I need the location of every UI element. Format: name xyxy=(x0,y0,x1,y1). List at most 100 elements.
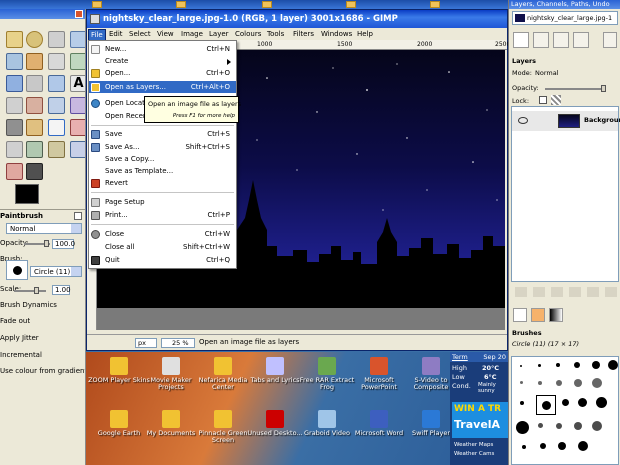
smudge-tool-icon[interactable] xyxy=(70,141,85,158)
scale-tool-icon[interactable] xyxy=(6,97,23,114)
menu-layer[interactable]: Layer xyxy=(207,29,231,39)
option-brush-dynamics[interactable]: Brush Dynamics xyxy=(0,301,57,309)
rect-select-tool-icon[interactable] xyxy=(6,31,23,48)
tab-channels[interactable] xyxy=(533,32,549,48)
layer-opacity-knob[interactable] xyxy=(601,85,606,92)
eye-icon[interactable] xyxy=(518,117,528,124)
option-use-gradient[interactable]: Use colour from gradient xyxy=(0,367,85,375)
brush-item[interactable] xyxy=(578,441,588,451)
eraser-tool-icon[interactable] xyxy=(70,119,85,136)
toolbox-titlebar[interactable] xyxy=(0,9,85,19)
image-selector[interactable]: nightsky_clear_large.jpg-1 xyxy=(512,11,618,25)
brush-select[interactable]: Circle (11) xyxy=(30,266,82,277)
menu-view[interactable]: View xyxy=(155,29,176,39)
brush-item[interactable] xyxy=(520,365,522,367)
brush-item[interactable] xyxy=(562,399,569,406)
options-menu-icon[interactable] xyxy=(74,212,82,220)
brush-item[interactable] xyxy=(538,364,541,367)
anchor-layer-icon[interactable] xyxy=(587,287,599,297)
menu-item-save[interactable]: Save Ctrl+S xyxy=(89,128,236,140)
brush-item[interactable] xyxy=(592,361,600,369)
layer-mode-value[interactable]: Normal xyxy=(535,69,559,77)
brush-item[interactable] xyxy=(516,421,529,434)
menu-item-open-as-layers[interactable]: Open as Layers... Ctrl+Alt+O xyxy=(89,81,236,93)
taskbar-item[interactable] xyxy=(176,1,186,8)
brush-item[interactable] xyxy=(578,398,587,407)
scale-value[interactable]: 1.00 xyxy=(52,285,71,295)
brush-grid[interactable] xyxy=(511,356,619,465)
shear-tool-icon[interactable] xyxy=(26,97,43,114)
lock-alpha-icon[interactable] xyxy=(551,95,561,105)
brush-item[interactable] xyxy=(592,421,602,431)
menu-tools[interactable]: Tools xyxy=(265,29,286,39)
menu-item-open[interactable]: Open... Ctrl+O xyxy=(89,67,236,79)
delete-layer-icon[interactable] xyxy=(605,287,617,297)
new-layer-icon[interactable] xyxy=(515,287,527,297)
option-fade-out[interactable]: Fade out xyxy=(0,317,30,325)
brush-item[interactable] xyxy=(556,363,560,367)
tab-paths[interactable] xyxy=(553,32,569,48)
paths-tool-icon[interactable] xyxy=(48,53,65,70)
option-apply-jitter[interactable]: Apply Jitter xyxy=(0,334,39,342)
lock-pixels-checkbox[interactable] xyxy=(539,96,547,104)
menu-item-print[interactable]: Print... Ctrl+P xyxy=(89,209,236,221)
selected-brush[interactable] xyxy=(536,395,556,415)
select-by-color-icon[interactable] xyxy=(6,53,23,70)
paintbrush-tool-icon[interactable] xyxy=(48,119,65,136)
layer-row[interactable]: Background xyxy=(512,111,620,131)
brush-item[interactable] xyxy=(540,443,546,449)
menu-item-revert[interactable]: Revert xyxy=(89,177,236,189)
bucket-fill-icon[interactable] xyxy=(6,119,23,136)
menu-item-page-setup[interactable]: Page Setup xyxy=(89,196,236,208)
scissors-tool-icon[interactable] xyxy=(26,53,43,70)
menu-item-save-template[interactable]: Save as Template... xyxy=(89,165,236,177)
pencil-tool-icon[interactable] xyxy=(26,119,43,136)
tab-undo[interactable] xyxy=(573,32,589,48)
flip-tool-icon[interactable] xyxy=(70,97,85,114)
menu-filters[interactable]: Filters xyxy=(291,29,316,39)
clone-tool-icon[interactable] xyxy=(26,141,43,158)
weather-maps-link[interactable]: Weather Maps xyxy=(454,442,493,448)
ink-tool-icon[interactable] xyxy=(26,163,43,180)
menu-image[interactable]: Image xyxy=(179,29,205,39)
brush-item[interactable] xyxy=(522,445,526,449)
foreground-color[interactable] xyxy=(15,184,39,204)
dock-titlebar[interactable]: Layers, Channels, Paths, Undo xyxy=(509,0,620,9)
brush-item[interactable] xyxy=(556,380,562,386)
taskbar-item[interactable] xyxy=(346,1,356,8)
lower-layer-icon[interactable] xyxy=(551,287,563,297)
travel-ad[interactable]: WIN A TR TravelA xyxy=(452,402,508,438)
menu-item-close-all[interactable]: Close all Shift+Ctrl+W xyxy=(89,241,236,253)
ellipse-select-tool-icon[interactable] xyxy=(26,31,43,48)
brush-item[interactable] xyxy=(574,362,580,368)
scale-slider[interactable] xyxy=(14,290,46,292)
menu-item-create[interactable]: Create xyxy=(89,55,236,67)
image-window-titlebar[interactable]: nightsky_clear_large.jpg-1.0 (RGB, 1 lay… xyxy=(87,10,507,28)
option-incremental[interactable]: Incremental xyxy=(0,351,42,359)
lasso-tool-icon[interactable] xyxy=(48,31,65,48)
unit-select[interactable]: px xyxy=(135,338,157,348)
menu-item-new[interactable]: New... Ctrl+N xyxy=(89,43,236,55)
tab-layers[interactable] xyxy=(513,32,529,48)
menu-edit[interactable]: Edit xyxy=(107,29,125,39)
move-tool-icon[interactable] xyxy=(6,75,23,92)
fuzzy-select-tool-icon[interactable] xyxy=(70,31,85,48)
airbrush-tool-icon[interactable] xyxy=(6,141,23,158)
brush-item[interactable] xyxy=(520,381,523,384)
weather-term[interactable]: Term xyxy=(452,353,468,361)
taskbar-item[interactable] xyxy=(430,1,440,8)
opacity-value[interactable]: 100.0 xyxy=(52,239,75,249)
taskbar-item[interactable] xyxy=(92,1,102,8)
brush-item[interactable] xyxy=(538,423,543,428)
brush-item[interactable] xyxy=(574,422,582,430)
duplicate-layer-icon[interactable] xyxy=(569,287,581,297)
menu-select[interactable]: Select xyxy=(127,29,153,39)
menu-item-close[interactable]: Close Ctrl+W xyxy=(89,228,236,240)
text-tool-icon[interactable]: A xyxy=(70,75,85,92)
opacity-slider-knob[interactable] xyxy=(44,240,49,247)
brush-item[interactable] xyxy=(556,423,562,429)
weather-cams-link[interactable]: Weather Cams xyxy=(454,451,494,457)
dodge-burn-icon[interactable] xyxy=(6,163,23,180)
rotate-tool-icon[interactable] xyxy=(48,75,65,92)
brush-item[interactable] xyxy=(538,381,542,385)
